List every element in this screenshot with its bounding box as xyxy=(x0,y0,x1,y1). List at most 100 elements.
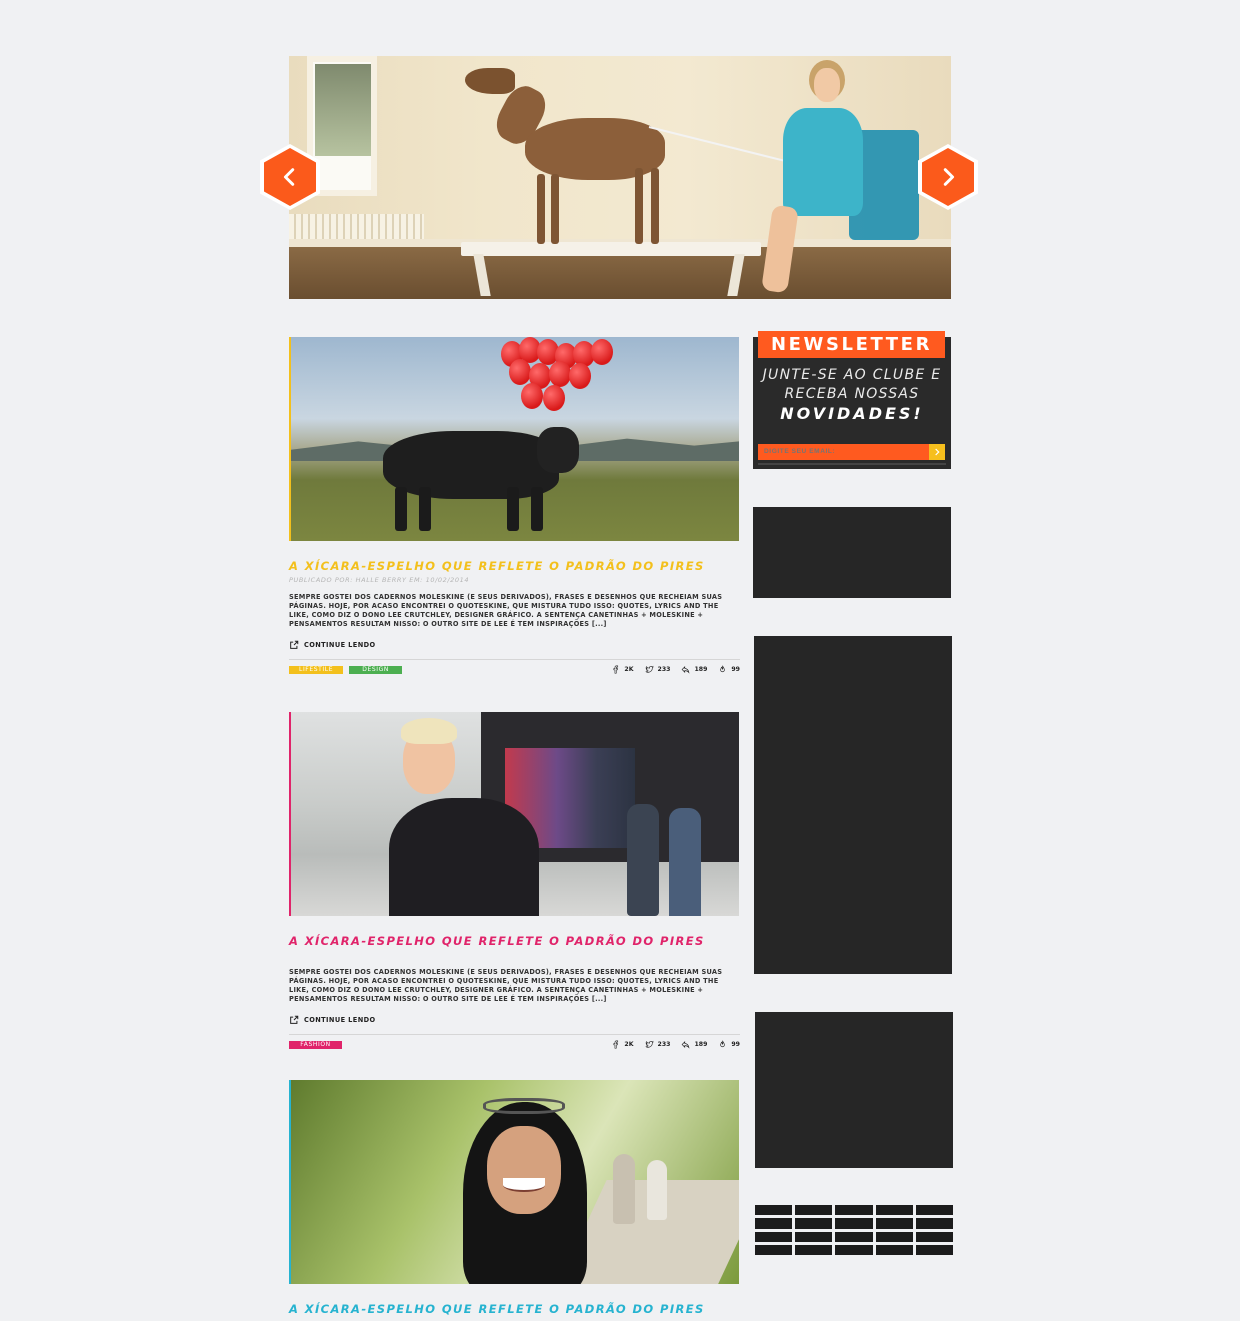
newsletter-title: NEWSLETTER xyxy=(758,331,945,358)
ad-grid-cell[interactable] xyxy=(755,1218,793,1229)
slider-next-hex xyxy=(922,148,974,206)
sunglasses xyxy=(483,1098,565,1114)
newsletter-line2: RECEBA NOSSAS xyxy=(784,386,920,402)
twitter-icon xyxy=(645,665,654,673)
man-body xyxy=(389,798,539,916)
share-stat[interactable]: 189 xyxy=(681,665,707,674)
tag-fashion[interactable]: Fashion xyxy=(289,1040,342,1049)
ad-grid-cell[interactable] xyxy=(755,1231,793,1242)
share-icon xyxy=(682,1041,690,1049)
tag-design[interactable]: Design xyxy=(349,665,403,674)
post-excerpt: Sempre gostei dos cadernos moleskine (e … xyxy=(289,593,723,628)
chevron-left-icon xyxy=(283,168,295,186)
like-stat[interactable]: 99 xyxy=(718,1040,740,1049)
share-icon xyxy=(682,666,690,674)
post-image[interactable] xyxy=(289,337,739,541)
continue-reading-label: Continue lendo xyxy=(304,641,376,649)
newsletter-line3: NOVIDADES! xyxy=(780,404,924,423)
like-count: 99 xyxy=(731,1041,740,1048)
ad-grid-cell[interactable] xyxy=(835,1231,873,1242)
pedestrian xyxy=(613,1154,635,1224)
woman-face xyxy=(487,1126,561,1214)
continue-reading-link[interactable]: Continue lendo xyxy=(289,640,740,650)
ad-grid-cell[interactable] xyxy=(915,1205,953,1216)
facebook-stat[interactable]: 2K xyxy=(611,665,634,674)
ad-grid-cell[interactable] xyxy=(875,1231,913,1242)
newsletter-divider xyxy=(758,463,946,465)
post-tags: Fashion xyxy=(289,1040,342,1049)
post-title[interactable]: A xícara-espelho que reflete o padrão do… xyxy=(289,1302,740,1316)
share-count: 189 xyxy=(694,1041,708,1048)
post-tags: Lifestile Design xyxy=(289,665,403,674)
facebook-count: 2K xyxy=(624,666,634,673)
cow-head xyxy=(537,427,579,473)
twitter-count: 233 xyxy=(657,666,671,673)
flame-icon xyxy=(720,1040,726,1048)
like-count: 99 xyxy=(731,666,740,673)
balloon xyxy=(549,361,571,387)
cow-leg xyxy=(507,487,519,531)
continue-reading-label: Continue lendo xyxy=(304,1016,376,1024)
ad-grid-cell[interactable] xyxy=(835,1218,873,1229)
twitter-stat[interactable]: 233 xyxy=(645,665,671,674)
ad-grid-cell[interactable] xyxy=(755,1244,793,1255)
post-title[interactable]: A xícara-espelho que reflete o padrão do… xyxy=(289,934,740,948)
pedestrian xyxy=(669,808,701,916)
post-title[interactable]: A xícara-espelho que reflete o padrão do… xyxy=(289,559,740,573)
ad-grid-cell[interactable] xyxy=(795,1231,833,1242)
hero-table xyxy=(461,242,761,256)
like-stat[interactable]: 99 xyxy=(718,665,740,674)
post-meta: Publicado por: Halle Berry em: 10/02/201… xyxy=(289,576,470,584)
post-stats: 2K 233 189 99 xyxy=(611,665,740,674)
ad-grid-cell[interactable] xyxy=(915,1244,953,1255)
man-hair xyxy=(401,718,457,744)
hero-slider[interactable] xyxy=(289,56,951,299)
post-image[interactable] xyxy=(289,712,739,916)
hero-dog-head xyxy=(465,68,515,94)
newsletter-tagline: JUNTE-SE AO CLUBE E RECEBA NOSSAS NOVIDA… xyxy=(753,366,951,425)
ad-banner-skyscraper[interactable] xyxy=(754,636,952,974)
balloon xyxy=(569,363,591,389)
ad-grid-cell[interactable] xyxy=(915,1231,953,1242)
chevron-right-icon xyxy=(943,168,955,186)
continue-reading-link[interactable]: Continue lendo xyxy=(289,1015,740,1025)
cow-leg xyxy=(531,487,543,531)
balloon xyxy=(591,339,613,365)
post-image[interactable] xyxy=(289,1080,739,1284)
ad-banner-medium[interactable] xyxy=(755,1012,953,1168)
ad-grid-cell[interactable] xyxy=(875,1205,913,1216)
post-excerpt: Sempre gostei dos cadernos moleskine (e … xyxy=(289,968,723,1003)
twitter-count: 233 xyxy=(657,1041,671,1048)
share-stat[interactable]: 189 xyxy=(681,1040,707,1049)
hero-dog-leg xyxy=(551,174,559,244)
ad-grid-cell[interactable] xyxy=(755,1205,793,1216)
ad-grid-cell[interactable] xyxy=(835,1205,873,1216)
twitter-icon xyxy=(645,1040,654,1048)
ad-grid-cell[interactable] xyxy=(795,1205,833,1216)
woman-smile xyxy=(503,1178,545,1192)
post-card: A xícara-espelho que reflete o padrão do… xyxy=(289,1080,740,1316)
pedestrian xyxy=(647,1160,667,1220)
twitter-stat[interactable]: 233 xyxy=(645,1040,671,1049)
balloon xyxy=(509,359,531,385)
newsletter-email-input[interactable] xyxy=(758,444,929,460)
ad-grid-cell[interactable] xyxy=(875,1244,913,1255)
facebook-stat[interactable]: 2K xyxy=(611,1040,634,1049)
share-count: 189 xyxy=(694,666,708,673)
ad-banner-small[interactable] xyxy=(753,507,951,598)
facebook-icon xyxy=(613,665,619,674)
ad-grid-cell[interactable] xyxy=(795,1218,833,1229)
slider-prev-hex xyxy=(264,148,316,206)
hero-woman-dress xyxy=(783,108,863,216)
flame-icon xyxy=(720,665,726,673)
cow-leg xyxy=(419,487,431,531)
ad-grid-cell[interactable] xyxy=(875,1218,913,1229)
ad-grid-cell[interactable] xyxy=(915,1218,953,1229)
newsletter-submit-button[interactable] xyxy=(929,444,945,460)
tag-lifestile[interactable]: Lifestile xyxy=(289,665,344,674)
hero-woman-face xyxy=(814,68,840,102)
ad-grid-cell[interactable] xyxy=(835,1244,873,1255)
newsletter-line1: JUNTE-SE AO CLUBE E xyxy=(762,367,942,383)
post-footer: Fashion 2K 233 189 99 xyxy=(289,1034,740,1049)
ad-grid-cell[interactable] xyxy=(795,1244,833,1255)
